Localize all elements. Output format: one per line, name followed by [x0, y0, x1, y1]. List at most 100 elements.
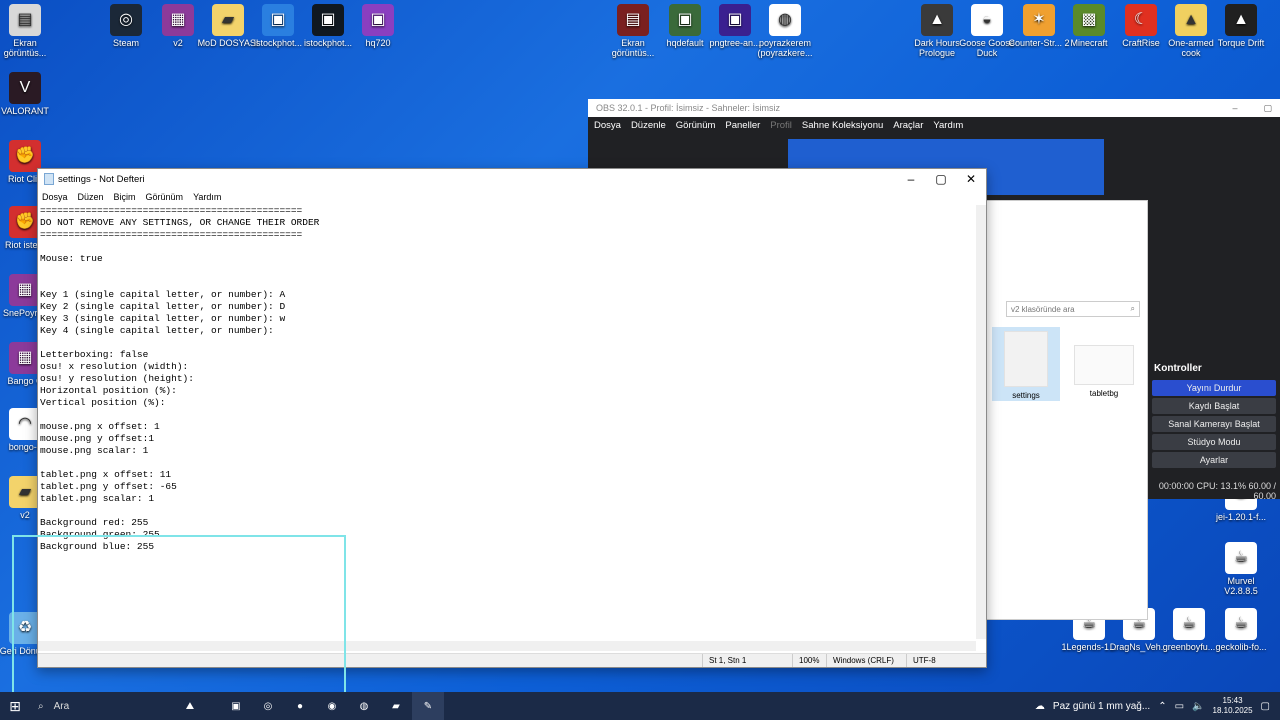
desktop-icon-label: poyrazkerem (poyrazkere...: [757, 38, 813, 58]
image-icon: ▣: [669, 4, 701, 36]
steam-icon: ◎: [110, 4, 142, 36]
weather-icon[interactable]: ☁: [1035, 701, 1045, 712]
taskbar-widget-icon[interactable]: ⛰: [160, 692, 220, 720]
chrome-taskbar-icon[interactable]: ◍: [348, 692, 380, 720]
desktop-icon[interactable]: ▤ Ekran görüntüs...: [0, 4, 56, 58]
encoding: UTF-8: [906, 654, 966, 667]
line-ending: Windows (CRLF): [826, 654, 906, 667]
search-icon: ⌕: [38, 700, 44, 712]
vertical-scrollbar[interactable]: [976, 205, 986, 639]
desktop-icon-label: hq720: [365, 38, 391, 48]
obs-menu-edit[interactable]: Düzenle: [631, 120, 666, 131]
file-label: tabletbg: [1089, 389, 1119, 398]
riot-taskbar-icon[interactable]: ●: [284, 692, 316, 720]
weather-text[interactable]: Paz günü 1 mm yağ...: [1053, 701, 1150, 712]
notepad-taskbar-icon[interactable]: ✎: [412, 692, 444, 720]
chrome-icon: ◍: [769, 4, 801, 36]
network-icon[interactable]: ▭: [1175, 701, 1184, 712]
maximize-icon[interactable]: ▢: [926, 172, 956, 186]
cursor-position: St 1, Stn 1: [702, 654, 792, 667]
java-icon: ☕: [1225, 608, 1257, 640]
explorer-window[interactable]: v2 klasöründe ara ⌕ settings tabletbg: [985, 200, 1148, 620]
notepad-title-bar[interactable]: settings - Not Defteri – ▢ ✕: [38, 169, 986, 189]
taskbar-search-label: Ara: [53, 700, 70, 712]
obs-menu-docks[interactable]: Paneller: [725, 120, 760, 131]
desktop-icon-label: VALORANT: [1, 106, 49, 116]
steam-taskbar-icon[interactable]: ◎: [252, 692, 284, 720]
settings-button[interactable]: Ayarlar: [1152, 452, 1276, 468]
winrar-icon: ▦: [162, 4, 194, 36]
screenshot-icon: ▤: [617, 4, 649, 36]
desktop-icon[interactable]: ☕ Murvel V2.8.8.5: [1210, 542, 1272, 596]
obs-controls-dock: Kontroller Yayını Durdur Kaydı Başlat Sa…: [1148, 359, 1280, 470]
menu-file[interactable]: Dosya: [42, 192, 68, 202]
obs-controls-title: Kontroller: [1154, 363, 1202, 374]
file-settings[interactable]: settings: [992, 327, 1060, 401]
game-icon: ▲: [1175, 4, 1207, 36]
image-icon: ▣: [362, 4, 394, 36]
game-icon: ▲: [1225, 4, 1257, 36]
craftrise-icon: ☾: [1125, 4, 1157, 36]
desktop-icon-label: jei-1.20.1-f...: [1215, 512, 1267, 522]
desktop-icon[interactable]: V VALORANT: [0, 72, 56, 116]
explorer-search-placeholder: v2 klasöründe ara: [1011, 304, 1075, 314]
image-icon: ▣: [262, 4, 294, 36]
menu-help[interactable]: Yardım: [193, 192, 221, 202]
search-icon: ⌕: [1130, 304, 1135, 313]
notepad-icon: [44, 173, 54, 185]
taskbar-search[interactable]: ⌕ Ara: [30, 692, 160, 720]
minimize-icon[interactable]: –: [1232, 103, 1237, 114]
obs-menu-profile[interactable]: Profil: [770, 120, 792, 131]
desktop-icon[interactable]: ▣ hq720: [347, 4, 409, 48]
desktop-icon-label: Ekran görüntüs...: [3, 38, 47, 58]
task-view-icon[interactable]: ▣: [220, 692, 252, 720]
screenshot-icon: ▤: [9, 4, 41, 36]
desktop-icon-label: geckolib-fo...: [1215, 642, 1267, 652]
explorer-search-input[interactable]: v2 klasöründe ara ⌕: [1006, 301, 1140, 317]
close-icon[interactable]: ✕: [956, 172, 986, 186]
obs-title: OBS 32.0.1 - Profil: İsimsiz - Sahneler:…: [596, 103, 781, 113]
start-virtual-camera-button[interactable]: Sanal Kamerayı Başlat: [1152, 416, 1276, 432]
menu-edit[interactable]: Düzen: [78, 192, 104, 202]
menu-view[interactable]: Görünüm: [146, 192, 184, 202]
studio-mode-button[interactable]: Stüdyo Modu: [1152, 434, 1276, 450]
system-tray: ☁ Paz günü 1 mm yağ... ⌃ ▭ 🔈 15:43 18.10…: [1035, 696, 1280, 716]
obs-menu-view[interactable]: Görünüm: [676, 120, 716, 131]
minecraft-icon: ▩: [1073, 4, 1105, 36]
maximize-icon[interactable]: ▢: [1263, 103, 1272, 114]
image-icon: ▣: [312, 4, 344, 36]
file-explorer-taskbar-icon[interactable]: ▰: [380, 692, 412, 720]
game-icon: ▲: [921, 4, 953, 36]
cs2-icon: ✶: [1023, 4, 1055, 36]
notepad-title: settings - Not Defteri: [58, 173, 145, 185]
minimize-icon[interactable]: –: [896, 172, 926, 186]
obs-menu-tools[interactable]: Araçlar: [893, 120, 923, 131]
obs-taskbar-icon[interactable]: ◉: [316, 692, 348, 720]
volume-icon[interactable]: 🔈: [1192, 701, 1204, 712]
obs-menu-scene-collection[interactable]: Sahne Koleksiyonu: [802, 120, 883, 131]
stop-streaming-button[interactable]: Yayını Durdur: [1152, 380, 1276, 396]
start-recording-button[interactable]: Kaydı Başlat: [1152, 398, 1276, 414]
file-label: settings: [1012, 391, 1040, 400]
notepad-menu-bar: Dosya Düzen Biçim Görünüm Yardım: [38, 189, 986, 205]
desktop-icon[interactable]: ▲ Torque Drift: [1210, 4, 1272, 48]
menu-format[interactable]: Biçim: [114, 192, 136, 202]
notification-icon[interactable]: ▢: [1261, 701, 1270, 712]
file-tabletbg[interactable]: tabletbg: [1070, 331, 1138, 398]
clock[interactable]: 15:43 18.10.2025: [1213, 696, 1253, 716]
obs-menu-help[interactable]: Yardım: [933, 120, 963, 131]
image-icon: ▣: [719, 4, 751, 36]
goose-icon: ◒: [971, 4, 1003, 36]
desktop-icon-label: Torque Drift: [1217, 38, 1265, 48]
desktop-icon[interactable]: ◍ poyrazkerem (poyrazkere...: [754, 4, 816, 58]
clock-time: 15:43: [1222, 696, 1243, 705]
chevron-up-icon[interactable]: ⌃: [1158, 701, 1166, 712]
obs-menu-bar: Dosya Düzenle Görünüm Paneller Profil Sa…: [588, 117, 1280, 133]
java-icon: ☕: [1225, 542, 1257, 574]
desktop-icon[interactable]: ☕ geckolib-fo...: [1210, 608, 1272, 652]
taskbar: ⊞ ⌕ Ara ⛰ ▣ ◎ ● ◉ ◍ ▰ ✎ ☁ Paz günü 1 mm …: [0, 692, 1280, 720]
valorant-icon: V: [9, 72, 41, 104]
obs-title-bar[interactable]: OBS 32.0.1 - Profil: İsimsiz - Sahneler:…: [588, 99, 1280, 117]
windows-start-icon[interactable]: ⊞: [0, 698, 30, 715]
obs-menu-file[interactable]: Dosya: [594, 120, 621, 131]
